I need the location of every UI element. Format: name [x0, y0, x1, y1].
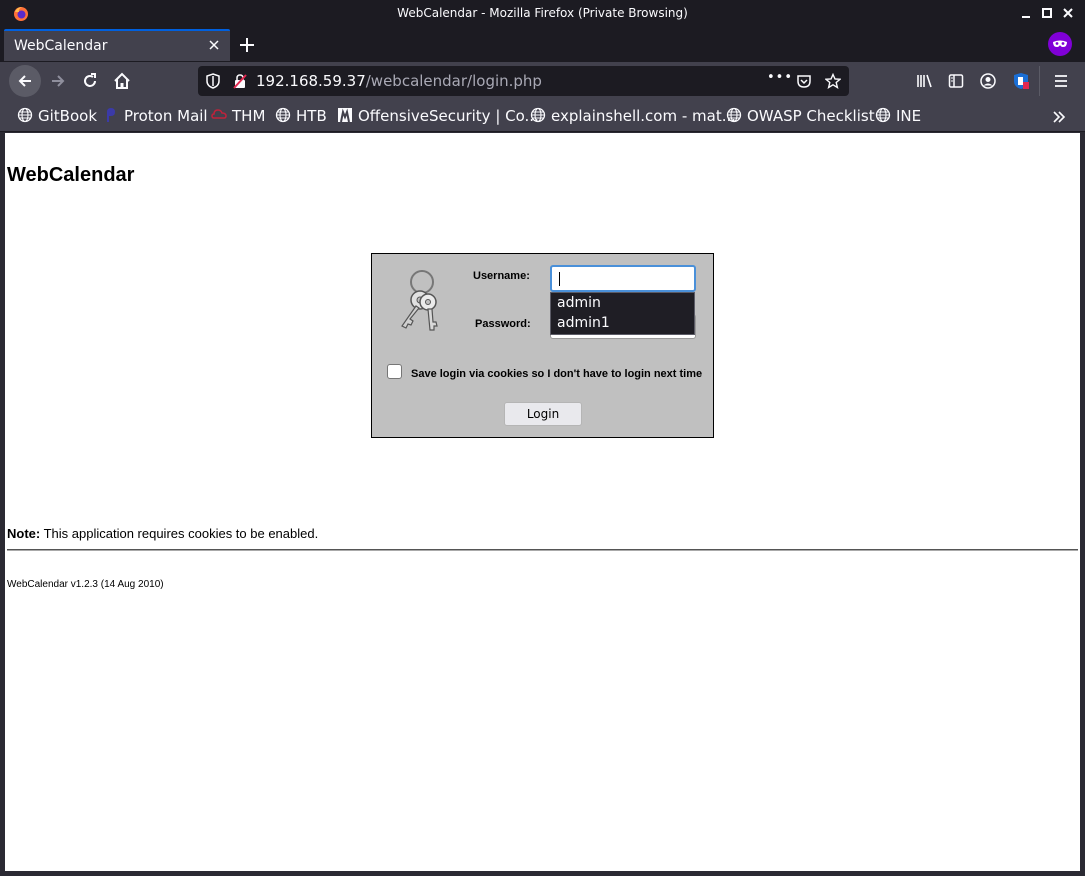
page-content: WebCalendar Username: Password: admin ad…: [5, 133, 1080, 871]
forward-button[interactable]: [42, 65, 74, 97]
version-footer: WebCalendar v1.2.3 (14 Aug 2010): [7, 579, 164, 590]
insecure-lock-icon[interactable]: [232, 73, 248, 89]
bookmark-proton-mail[interactable]: Proton Mail: [103, 107, 208, 125]
globe-icon: [530, 107, 546, 123]
page-title: WebCalendar: [7, 164, 135, 186]
new-tab-button[interactable]: [236, 34, 258, 56]
window-titlebar: WebCalendar - Mozilla Firefox (Private B…: [0, 0, 1085, 28]
bookmark-gitbook[interactable]: GitBook: [17, 107, 97, 125]
url-bar[interactable]: 192.168.59.37/webcalendar/login.php •••: [198, 66, 849, 96]
cookie-note: Note: This application requires cookies …: [7, 526, 318, 541]
back-button[interactable]: [9, 65, 41, 97]
bookmark-label: HTB: [296, 107, 327, 125]
maximize-button[interactable]: [1038, 4, 1056, 22]
toolbar-separator: [1039, 66, 1040, 96]
url-path: /webcalendar/login.php: [365, 72, 542, 90]
bookmark-label: GitBook: [38, 107, 98, 125]
proton-icon: [107, 108, 115, 122]
login-button[interactable]: Login: [504, 402, 582, 426]
bookmarks-toolbar: GitBook Proton Mail THM HTB OffensiveSec…: [0, 100, 1085, 132]
note-label: Note:: [7, 526, 41, 541]
bookmark-label: Proton Mail: [124, 107, 208, 125]
autocomplete-option[interactable]: admin: [557, 295, 601, 311]
window-title: WebCalendar - Mozilla Firefox (Private B…: [397, 6, 688, 20]
bookmark-htb[interactable]: HTB: [275, 107, 327, 125]
bookmark-offensivesecurity[interactable]: OffensiveSecurity | Co...: [337, 107, 539, 125]
home-button[interactable]: [106, 65, 138, 97]
window-frame-bottom: [0, 871, 1085, 876]
pocket-icon[interactable]: [796, 73, 812, 89]
close-window-button[interactable]: [1059, 4, 1077, 22]
tab-webcalendar[interactable]: WebCalendar: [4, 29, 230, 61]
private-browsing-badge: [1048, 32, 1072, 56]
account-icon[interactable]: [980, 73, 996, 89]
reload-icon: [84, 73, 96, 87]
divider: [7, 549, 1078, 551]
offsec-icon: [338, 108, 352, 123]
tab-close-button[interactable]: [206, 37, 222, 53]
password-label: Password:: [475, 318, 531, 330]
username-label: Username:: [473, 270, 530, 282]
remember-login-label[interactable]: Save login via cookies so I don't have t…: [411, 368, 702, 380]
bookmark-label: THM: [232, 107, 266, 125]
library-icon[interactable]: [916, 73, 934, 89]
bookmark-label: INE: [896, 107, 922, 125]
autocomplete-option[interactable]: admin1: [557, 315, 610, 331]
globe-icon: [275, 107, 291, 123]
tab-bar: WebCalendar: [0, 28, 1085, 62]
keys-icon: [401, 270, 438, 331]
home-icon: [114, 72, 130, 89]
bookmark-ine[interactable]: INE: [875, 107, 921, 125]
sidebar-icon[interactable]: [948, 73, 964, 89]
bookmark-explainshell[interactable]: explainshell.com - mat...: [530, 107, 736, 125]
arrow-right-icon: [52, 75, 65, 87]
minimize-icon: [1022, 16, 1030, 18]
bookmark-label: OWASP Checklist: [747, 107, 875, 125]
page-actions-button[interactable]: •••: [767, 70, 793, 85]
url-host: 192.168.59.37: [256, 72, 366, 90]
globe-icon: [875, 107, 891, 123]
username-autocomplete-dropdown: admin admin1: [550, 292, 695, 335]
text-caret: [559, 272, 560, 286]
chevron-double-right-icon[interactable]: [1051, 109, 1067, 125]
bookmark-label: explainshell.com - mat...: [551, 107, 737, 125]
close-icon: [1063, 8, 1073, 18]
navigation-toolbar: 192.168.59.37/webcalendar/login.php •••: [0, 62, 1085, 100]
thm-icon: [211, 109, 227, 119]
login-panel: Username: Password: admin admin1 Save lo…: [371, 253, 714, 438]
globe-icon: [726, 107, 742, 123]
private-mask-icon: [1053, 40, 1067, 47]
bookmark-thm[interactable]: THM: [211, 107, 265, 125]
hamburger-menu-icon[interactable]: [1053, 73, 1069, 89]
minimize-button[interactable]: [1017, 4, 1035, 22]
bookmark-star-icon[interactable]: [825, 73, 841, 89]
tab-label: WebCalendar: [14, 38, 108, 54]
note-text: This application requires cookies to be …: [40, 526, 319, 541]
arrow-left-icon: [18, 75, 31, 87]
username-input[interactable]: [550, 265, 696, 292]
close-icon: [209, 40, 219, 50]
remember-login-checkbox[interactable]: [387, 364, 402, 379]
maximize-icon: [1042, 8, 1052, 18]
url-text[interactable]: 192.168.59.37/webcalendar/login.php: [256, 72, 542, 90]
extension-shield-icon[interactable]: [1012, 72, 1030, 90]
globe-icon: [17, 107, 33, 123]
bookmark-owasp-checklist[interactable]: OWASP Checklist: [726, 107, 875, 125]
bookmark-label: OffensiveSecurity | Co...: [358, 107, 539, 125]
plus-icon: [240, 38, 254, 52]
tracking-protection-icon[interactable]: [205, 73, 221, 89]
reload-button[interactable]: [74, 65, 106, 97]
